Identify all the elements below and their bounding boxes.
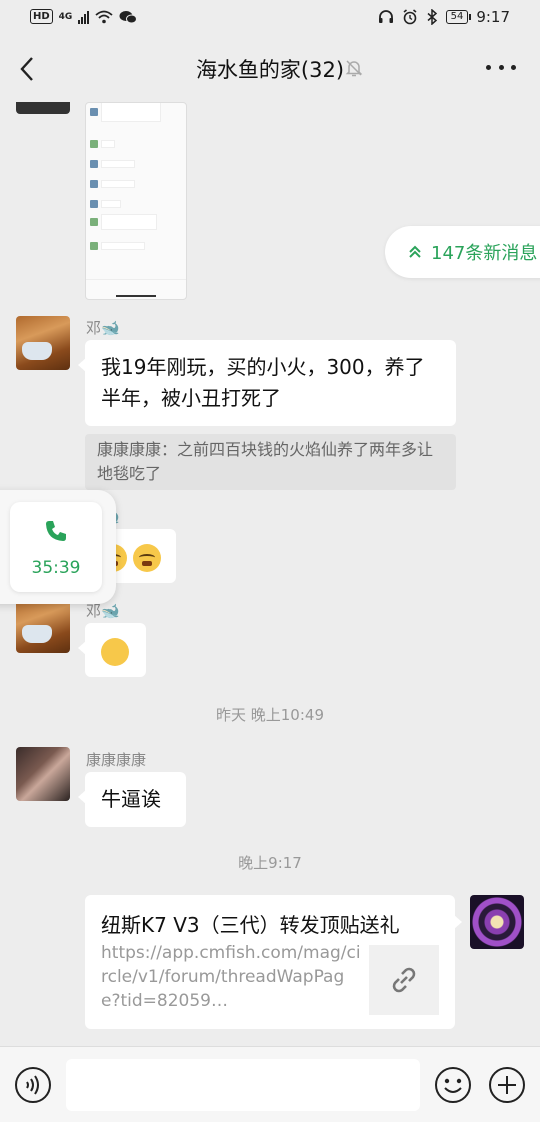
input-bar (0, 1046, 540, 1122)
message-input[interactable] (66, 1059, 420, 1111)
sender-name: 康康康康 (86, 751, 147, 769)
status-bar: HD 4G 54 9:17 (0, 0, 540, 36)
alarm-icon (403, 9, 417, 25)
quoted-message[interactable]: 康康康康：之前四百块钱的火焰仙养了两年多让地毯吃了 (85, 434, 456, 490)
more-actions-button[interactable] (488, 1066, 526, 1104)
double-chevron-up-icon (409, 245, 421, 258)
more-button[interactable] (486, 65, 516, 73)
image-message[interactable] (85, 102, 187, 300)
whale-icon: 🐋 (101, 319, 120, 337)
network-type: 4G (58, 11, 73, 22)
link-thumbnail (369, 945, 439, 1015)
battery-icon: 54 (445, 10, 472, 24)
phone-icon (46, 521, 66, 541)
message-bubble[interactable]: 牛逼诶 (78, 772, 186, 827)
link-url: https://app.cmfish.com/mag/circle/v1/for… (101, 943, 361, 1011)
new-messages-label: 147条新消息 (431, 243, 538, 264)
chat-area[interactable]: 147条新消息 邓🐋 我19年刚玩，买的小火，300，养了半年，被小丑打死了 康… (0, 102, 540, 1046)
avatar-deng[interactable] (16, 599, 70, 653)
whale-icon: 🐋 (101, 602, 120, 620)
new-messages-button[interactable]: 147条新消息 (385, 226, 540, 278)
avatar[interactable] (16, 102, 70, 114)
timestamp: 昨天 晚上10:49 (216, 706, 324, 724)
voice-call-float[interactable]: 35:39 (0, 490, 116, 604)
link-card-message[interactable]: 纽斯K7 V3（三代）转发顶贴送礼 https://app.cmfish.com… (85, 895, 462, 1029)
nav-bar: 海水鱼的家(32) (0, 36, 540, 102)
avatar-kangkang[interactable] (16, 747, 70, 801)
chat-title: 海水鱼的家(32) (195, 58, 345, 82)
message-bubble[interactable]: 我19年刚玩，买的小火，300，养了半年，被小丑打死了 (78, 340, 456, 426)
timestamp: 晚上9:17 (238, 854, 302, 872)
call-duration: 35:39 (31, 558, 81, 578)
bluetooth-icon (427, 9, 437, 25)
sender-name: 邓🐋 (86, 319, 120, 337)
laugh-cry-emoji-icon (101, 637, 129, 666)
avatar-self[interactable] (470, 895, 524, 949)
emoji-button[interactable] (434, 1066, 472, 1104)
clock: 9:17 (476, 8, 510, 26)
wifi-icon (95, 10, 113, 23)
voice-input-button[interactable] (14, 1066, 52, 1104)
headset-icon (378, 10, 393, 23)
avatar-deng[interactable] (16, 316, 70, 370)
signal-icon (78, 10, 90, 24)
link-icon (392, 967, 416, 993)
hd-badge: HD (30, 9, 53, 24)
mute-bell-icon (345, 60, 363, 77)
grimace-emoji-icon (133, 543, 162, 572)
link-title: 纽斯K7 V3（三代）转发顶贴送礼 (101, 913, 400, 937)
wechat-icon (119, 10, 138, 23)
message-bubble[interactable] (78, 623, 146, 677)
